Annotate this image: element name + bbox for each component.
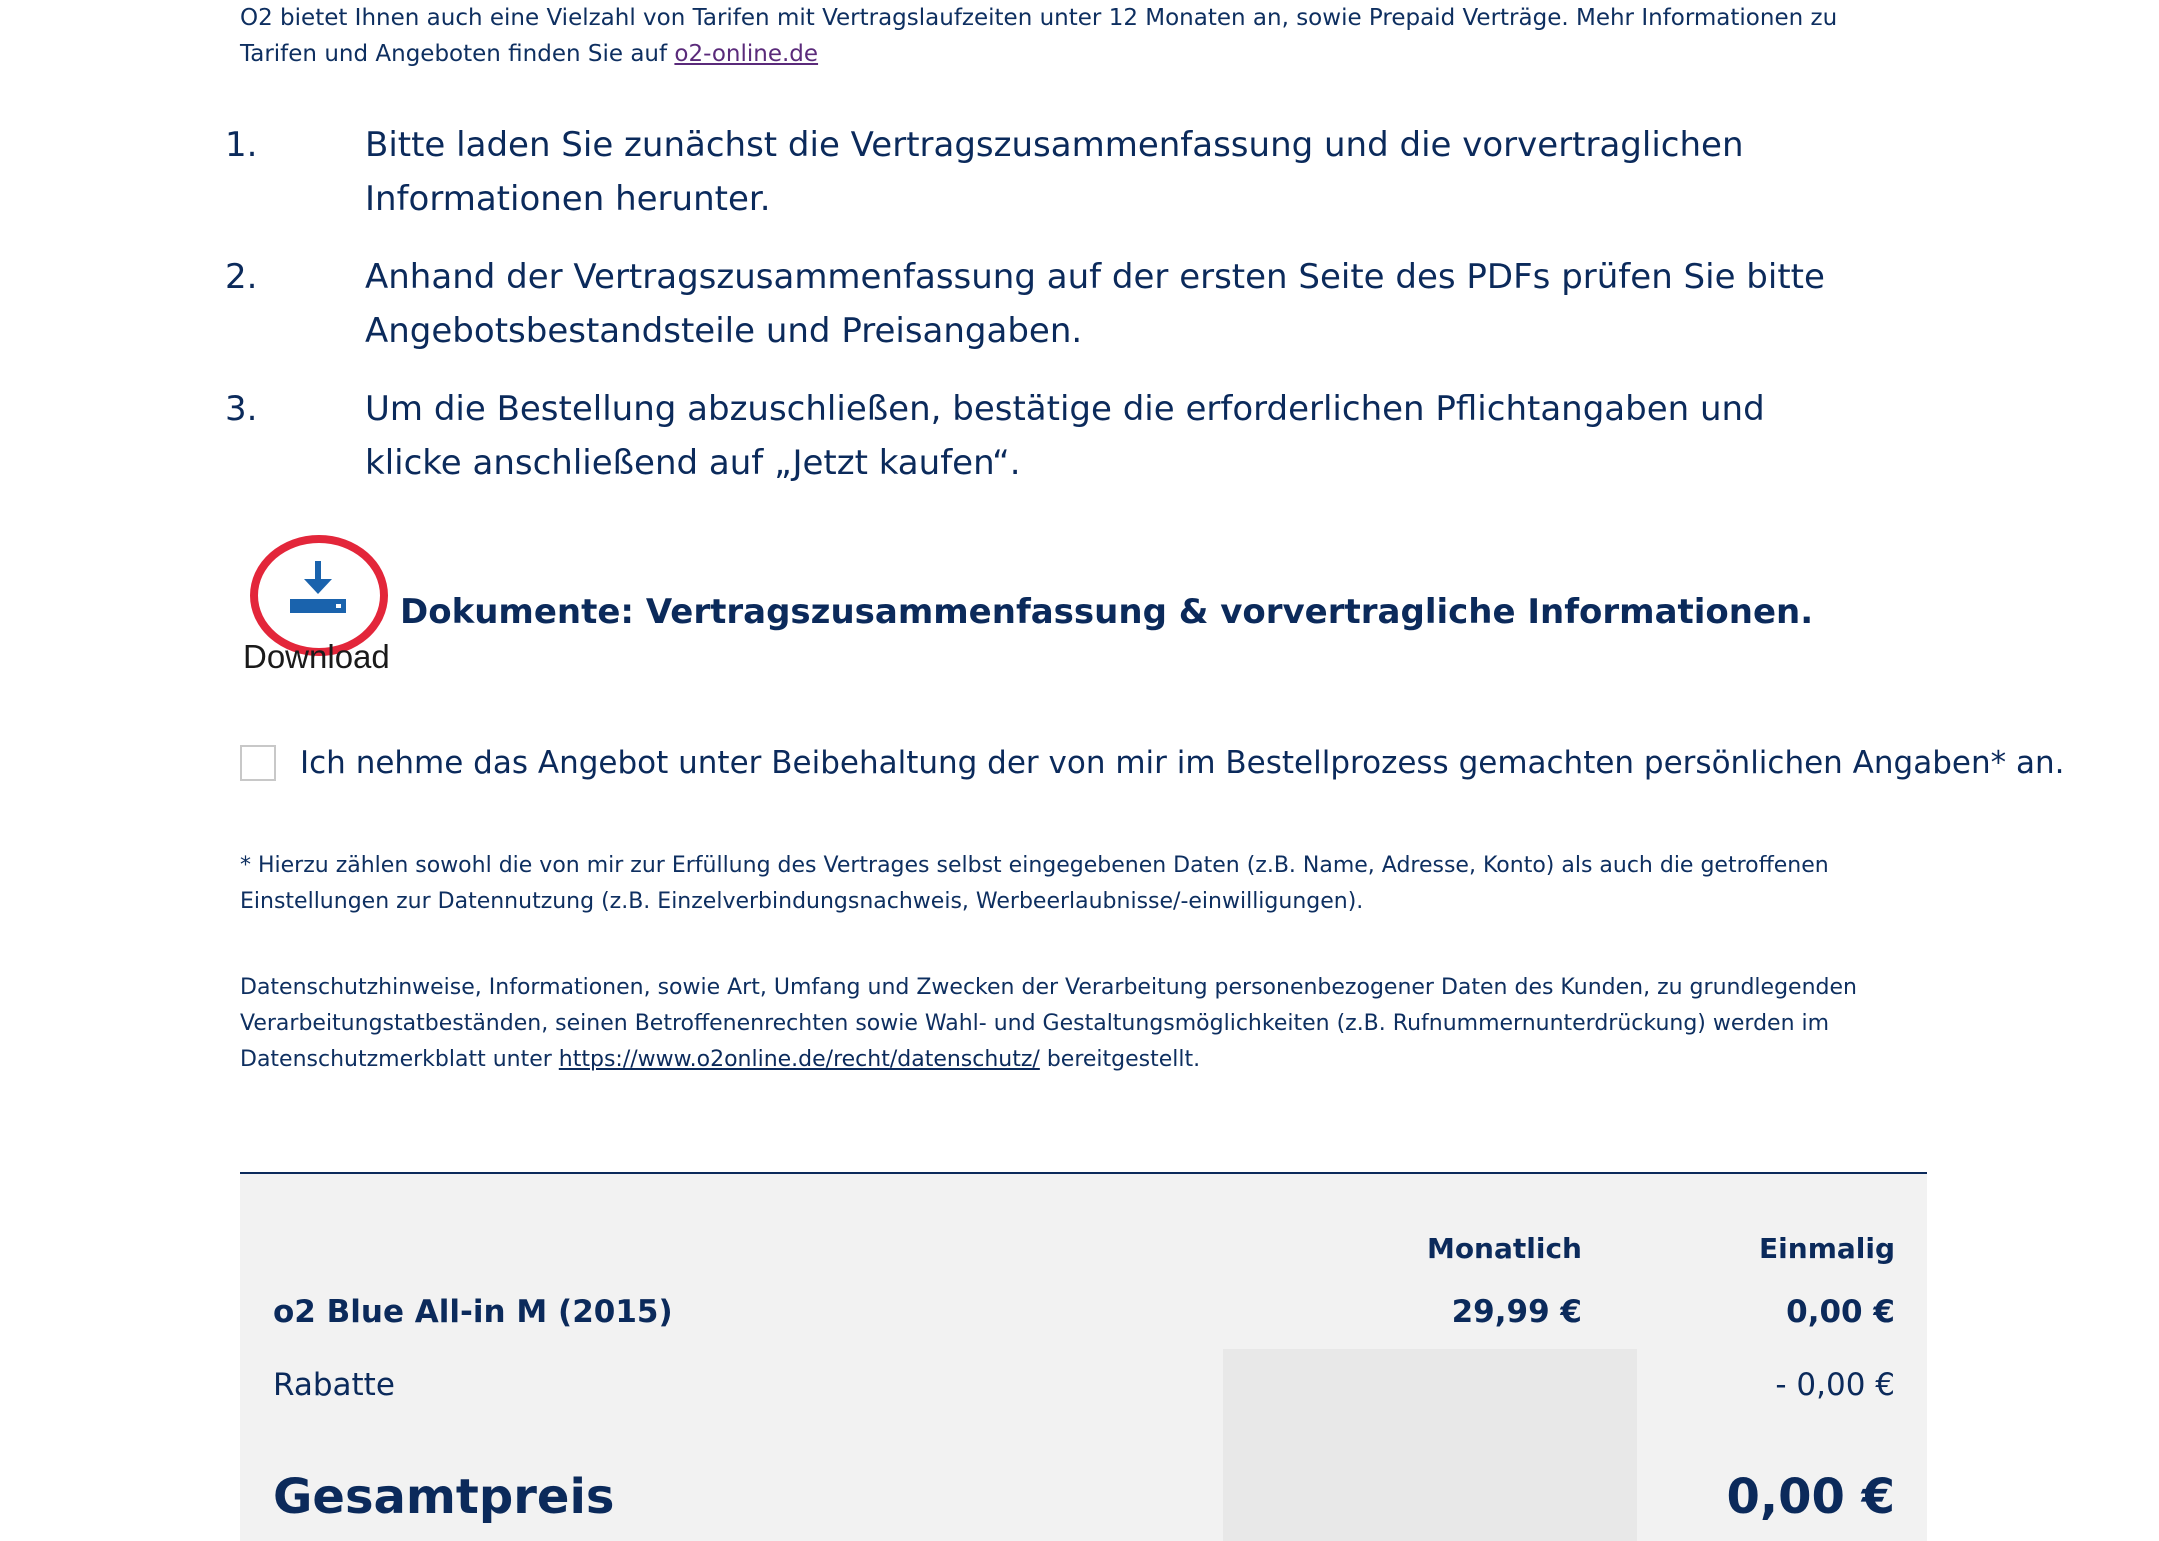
intro-body: O2 bietet Ihnen auch eine Vielzahl von T… bbox=[240, 5, 1838, 67]
step-text: Um die Bestellung abzuschließen, bestäti… bbox=[365, 389, 1765, 483]
step-text: Anhand der Vertragszusammenfassung auf d… bbox=[365, 257, 1825, 351]
documents-title: Dokumente: Vertragszusammenfassung & vor… bbox=[400, 592, 1814, 632]
price-summary: Monatlich Einmalig o2 Blue All-in M (201… bbox=[240, 1172, 1927, 1541]
consent-checkbox[interactable] bbox=[240, 745, 276, 781]
discount-name: Rabatte bbox=[273, 1367, 395, 1403]
step-number: 3. bbox=[225, 389, 258, 429]
tariff-monthly: 29,99 € bbox=[1451, 1294, 1582, 1330]
step-number: 1. bbox=[225, 125, 258, 165]
header-monthly: Monatlich bbox=[1426, 1232, 1582, 1265]
header-once: Einmalig bbox=[1759, 1232, 1895, 1265]
consent-row: Ich nehme das Angebot unter Beibehaltung… bbox=[240, 745, 2064, 781]
step-number: 2. bbox=[225, 257, 258, 297]
discount-once: - 0,00 € bbox=[1775, 1367, 1895, 1403]
steps-list: 1. Bitte laden Sie zunächst die Vertrags… bbox=[225, 118, 1905, 514]
download-button[interactable]: Download bbox=[240, 535, 410, 685]
privacy-tail: bereitgestellt. bbox=[1039, 1047, 1201, 1072]
download-icon bbox=[290, 561, 346, 613]
step-item: 3. Um die Bestellung abzuschließen, best… bbox=[225, 382, 1905, 490]
tariff-once: 0,00 € bbox=[1786, 1294, 1895, 1330]
page: O2 bietet Ihnen auch eine Vielzahl von T… bbox=[0, 0, 2159, 1541]
step-item: 1. Bitte laden Sie zunächst die Vertrags… bbox=[225, 118, 1905, 226]
step-text: Bitte laden Sie zunächst die Vertragszus… bbox=[365, 125, 1744, 219]
tariff-name: o2 Blue All-in M (2015) bbox=[273, 1294, 673, 1330]
privacy-text: Datenschutzhinweise, Informationen, sowi… bbox=[240, 970, 1920, 1078]
o2-online-link[interactable]: o2-online.de bbox=[674, 41, 818, 67]
total-once: 0,00 € bbox=[1726, 1469, 1895, 1525]
total-name: Gesamtpreis bbox=[273, 1469, 615, 1525]
monthly-placeholder bbox=[1223, 1349, 1637, 1541]
footnote-text: * Hierzu zählen sowohl die von mir zur E… bbox=[240, 853, 1829, 914]
consent-label: Ich nehme das Angebot unter Beibehaltung… bbox=[300, 745, 2065, 781]
privacy-link[interactable]: https://www.o2online.de/recht/datenschut… bbox=[559, 1047, 1040, 1072]
intro-text: O2 bietet Ihnen auch eine Vielzahl von T… bbox=[240, 0, 1920, 72]
download-label: Download bbox=[243, 638, 390, 675]
step-item: 2. Anhand der Vertragszusammenfassung au… bbox=[225, 250, 1905, 358]
